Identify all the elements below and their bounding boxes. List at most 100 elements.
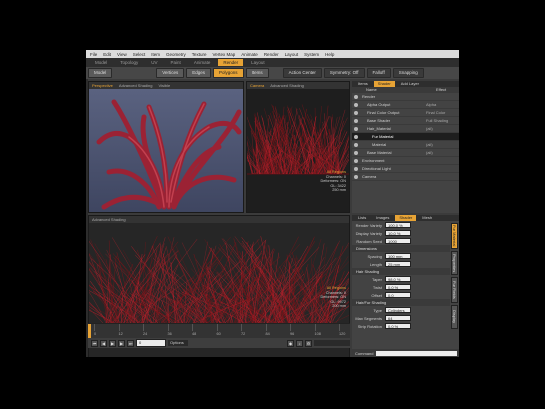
play-button[interactable]: ▶ [109, 339, 116, 347]
key-button[interactable]: ◆ [287, 339, 294, 347]
model-button[interactable]: Model [88, 68, 113, 78]
action-center-dropdown[interactable]: Action Center [282, 68, 322, 78]
column-effect: Effect [436, 87, 447, 92]
menu-item-edit[interactable]: Edit [103, 52, 111, 57]
menu-item-select[interactable]: Select [133, 52, 146, 57]
shader-item-name: Hair_Material [367, 126, 391, 131]
property-value-field[interactable]: Cylinders [385, 307, 411, 313]
menu-item-texture[interactable]: Texture [192, 52, 207, 57]
menu-item-geometry[interactable]: Geometry [166, 52, 186, 57]
playback-range[interactable] [314, 340, 350, 346]
shader-tree-row[interactable]: Base Material (all) [352, 149, 459, 157]
timeline-tick [314, 324, 316, 331]
menu-item-render[interactable]: Render [264, 52, 279, 57]
menu-item-system[interactable]: System [304, 52, 319, 57]
edges-button[interactable]: Edges [186, 68, 212, 78]
vertices-button[interactable]: Vertices [156, 68, 185, 78]
go-end-button[interactable]: ⏭ [127, 339, 134, 347]
visibility-eye-icon[interactable] [354, 166, 358, 171]
snapping-dropdown[interactable]: Snapping [392, 68, 424, 78]
shader-tree-row[interactable]: Base Shader Full Shading [352, 117, 459, 125]
camera-viewport[interactable]: Camera Advanced Shading All Regions Chann… [246, 81, 350, 213]
property-value-field[interactable]: 98.0 % [385, 276, 411, 282]
tab-paint[interactable]: Paint [166, 59, 186, 66]
menu-item-file[interactable]: File [90, 52, 97, 57]
falloff-dropdown[interactable]: Falloff [366, 68, 391, 78]
audio-button[interactable]: ♪ [296, 339, 303, 347]
step-back-button[interactable]: ◀ [100, 339, 107, 347]
visibility-eye-icon[interactable] [354, 174, 358, 179]
info-line: 250 mm [332, 188, 346, 193]
symmetry-dropdown[interactable]: Symmetry: Off [323, 68, 365, 78]
main-toolbar: Model Vertices Edges Polygons Items Acti… [86, 67, 459, 79]
shader-item-effect: Full Shading [426, 118, 449, 123]
tab-uv[interactable]: UV [146, 59, 162, 66]
property-value-field[interactable]: 0.0 % [385, 284, 411, 290]
hair-tentacles-render [89, 89, 243, 212]
menu-item-vertex-map[interactable]: Vertex Map [213, 52, 236, 57]
property-value-field[interactable]: 0.0 % [385, 323, 411, 329]
viewport-info: All Regions Channels: 0 Deformers: ON GL… [320, 286, 346, 309]
side-tab-fur-material[interactable]: Fur Material [451, 223, 458, 249]
menu-item-item[interactable]: Item [151, 52, 160, 57]
property-row: Strip Rotation 0.0 % [352, 322, 450, 330]
settings-icon[interactable]: ⚙ [305, 339, 312, 347]
shader-tree-row[interactable]: Final Color Output Final Color [352, 109, 459, 117]
visibility-eye-icon[interactable] [354, 110, 358, 115]
visibility-eye-icon[interactable] [354, 134, 358, 139]
menu-item-layout[interactable]: Layout [285, 52, 299, 57]
side-tab-fur-fields[interactable]: Fur Fields [451, 277, 458, 303]
property-value-field[interactable]: 1000 [385, 238, 411, 244]
property-value-field[interactable]: 0.0 [385, 292, 411, 298]
timeline-tick [216, 324, 218, 331]
shader-tree-row[interactable]: Camera [352, 173, 459, 181]
visibility-eye-icon[interactable] [354, 94, 358, 99]
timeline-tick-label: 48 [192, 332, 197, 336]
visibility-eye-icon[interactable] [354, 118, 358, 123]
command-label: Command [355, 350, 374, 356]
visibility-eye-icon[interactable] [354, 102, 358, 107]
tab-topology[interactable]: Topology [115, 59, 143, 66]
shader-tree-row[interactable]: Fur Material [352, 133, 459, 141]
menu-item-view[interactable]: View [117, 52, 127, 57]
shader-item-name: Directional Light [362, 166, 391, 171]
shader-tree-row[interactable]: Hair_Material (all) [352, 125, 459, 133]
property-value-field[interactable]: 100.0 % [385, 222, 411, 228]
go-start-button[interactable]: ⏮ [91, 339, 98, 347]
shader-tree-row[interactable]: Render [352, 93, 459, 101]
visibility-eye-icon[interactable] [354, 142, 358, 147]
timeline[interactable]: 0 12 24 36 48 60 72 84 96 108 120 [88, 323, 350, 338]
property-value-field[interactable]: 100 mm [385, 253, 411, 259]
shader-tree-row[interactable]: Directional Light [352, 165, 459, 173]
shader-tree-row[interactable]: Material (all) [352, 141, 459, 149]
menu-item-help[interactable]: Help [325, 52, 334, 57]
side-tab-display[interactable]: Display [451, 305, 458, 329]
property-value-field[interactable]: 25 mm [385, 261, 411, 267]
tab-layout[interactable]: Layout [246, 59, 270, 66]
frame-field[interactable]: 0 [136, 339, 166, 347]
perspective-viewport[interactable]: Perspective Advanced Shading Visible [88, 81, 244, 213]
shader-tree-panel: Items Shader Add Layer Name Effect Render A… [352, 81, 459, 213]
timeline-tick [290, 324, 291, 331]
command-input[interactable] [376, 350, 457, 356]
options-dropdown[interactable]: Options [168, 340, 188, 346]
step-forward-button[interactable]: ▶ [118, 339, 125, 347]
menu-item-animate[interactable]: Animate [241, 52, 258, 57]
property-value-field[interactable]: 64 [385, 315, 411, 321]
tab-animate[interactable]: Animate [189, 59, 216, 66]
tab-render[interactable]: Render [218, 59, 244, 66]
property-row: Type Cylinders [352, 306, 450, 314]
polygons-button[interactable]: Polygons [213, 68, 244, 78]
property-value-field[interactable]: 10.0 % [385, 230, 411, 236]
shader-tree-row[interactable]: Environment [352, 157, 459, 165]
side-tab-properties[interactable]: Properties [451, 251, 458, 275]
tab-model[interactable]: Model [90, 59, 112, 66]
visibility-eye-icon[interactable] [354, 150, 358, 155]
playhead-marker[interactable] [88, 324, 91, 338]
property-label: Display Variety [355, 230, 382, 236]
property-label: Spacing [367, 253, 382, 259]
visibility-eye-icon[interactable] [354, 126, 358, 131]
visibility-eye-icon[interactable] [354, 158, 358, 163]
items-button[interactable]: Items [245, 68, 269, 78]
shader-tree-row[interactable]: Alpha Output Alpha [352, 101, 459, 109]
